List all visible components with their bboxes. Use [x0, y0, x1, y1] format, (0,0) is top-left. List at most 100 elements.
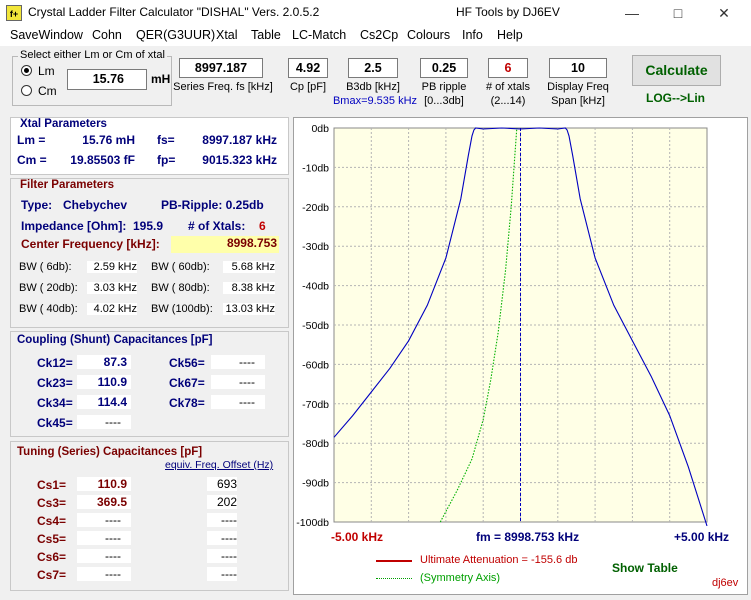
xtal-lm-label: Lm = [17, 133, 46, 147]
cm-radio-label: Cm [38, 84, 57, 98]
bw-80db-value: 8.38 kHz [223, 282, 275, 294]
xtal-count-input[interactable]: 6 [488, 58, 528, 78]
lm-cm-value-input[interactable]: 15.76 [67, 69, 147, 90]
cp-label: Cp [pF] [289, 81, 327, 93]
close-icon[interactable]: ✕ [701, 0, 747, 26]
display-span-input[interactable]: 10 [549, 58, 607, 78]
bw-100db-value: 13.03 kHz [223, 303, 275, 315]
lm-radio-label: Lm [38, 64, 55, 78]
menu-help[interactable]: Help [497, 28, 523, 42]
lm-cm-legend: Select either Lm or Cm of xtal [18, 49, 167, 61]
y-tick-label: -90db [302, 478, 329, 490]
ck45-label: Ck45= [37, 416, 73, 430]
y-tick-label: -70db [302, 399, 329, 411]
menu-cs2cp[interactable]: Cs2Cp [360, 28, 398, 42]
pb-ripple-input[interactable]: 0.25 [420, 58, 468, 78]
b3db-input[interactable]: 2.5 [348, 58, 398, 78]
cs6-label: Cs6= [37, 550, 67, 564]
menu-xtal[interactable]: Xtal [216, 28, 238, 42]
tuning-title: Tuning (Series) Capacitances [pF] [17, 446, 203, 458]
y-tick-label: 0db [311, 123, 329, 135]
filter-nxtals-value: 6 [259, 219, 266, 233]
ck56-value: ---- [211, 355, 265, 369]
cs4-offset: ---- [207, 513, 237, 527]
x-right-label: +5.00 kHz [674, 530, 730, 544]
cs6-value: ---- [77, 549, 131, 563]
lm-cm-unit: mH [151, 72, 171, 86]
tuning-panel: Tuning (Series) Capacitances [pF] equiv.… [10, 441, 289, 591]
xtal-lm-value: 15.76 mH [82, 133, 135, 147]
coupling-panel: Coupling (Shunt) Capacitances [pF] Ck12=… [10, 331, 289, 437]
xtal-parameters-panel: Xtal Parameters Lm = 15.76 mH fs= 8997.1… [10, 117, 289, 175]
bw-40db-label: BW ( 40db): [19, 303, 78, 315]
lm-radio[interactable] [21, 65, 32, 76]
ck34-value: 114.4 [77, 395, 131, 409]
y-tick-label: -50db [302, 320, 329, 332]
pb-ripple-label: PB ripple [421, 81, 467, 93]
radio-dot-icon [24, 68, 29, 73]
cp-input[interactable]: 4.92 [288, 58, 328, 78]
bw-20db-label: BW ( 20db): [19, 282, 78, 294]
bw-6db-value: 2.59 kHz [87, 261, 137, 273]
ck67-label: Ck67= [169, 376, 205, 390]
menu-table[interactable]: Table [251, 28, 281, 42]
center-frequency-label: Center Frequency [kHz]: [21, 237, 160, 251]
ck23-value: 110.9 [77, 375, 131, 389]
symmetry-legend-line [376, 578, 412, 579]
xtal-count-range: (2...14) [490, 95, 526, 107]
window-right-title: HF Tools by DJ6EV [456, 5, 560, 19]
xtal-fp-value: 9015.323 kHz [202, 153, 277, 167]
show-table-button[interactable]: Show Table [612, 561, 678, 575]
filter-impedance-value: 195.9 [133, 219, 164, 233]
filter-parameters-title: Filter Parameters [20, 179, 114, 191]
cs3-offset: 202 [207, 495, 237, 509]
freq-offset-link[interactable]: equiv. Freq. Offset (Hz) [165, 459, 273, 471]
attenuation-label: Ultimate Attenuation = -155.6 db [420, 554, 578, 566]
maximize-icon[interactable]: □ [655, 0, 701, 26]
minimize-icon[interactable]: — [609, 0, 655, 26]
menu-cohn[interactable]: Cohn [92, 28, 122, 42]
cs5-offset: ---- [207, 531, 237, 545]
bw-80db-label: BW ( 80db): [151, 282, 210, 294]
menu-info[interactable]: Info [462, 28, 483, 42]
ck12-label: Ck12= [37, 356, 73, 370]
cs7-offset: ---- [207, 567, 237, 581]
cm-radio[interactable] [21, 85, 32, 96]
cs1-label: Cs1= [37, 478, 67, 492]
symmetry-label: (Symmetry Axis) [420, 572, 501, 584]
cs6-offset: ---- [207, 549, 237, 563]
response-chart: 0db -10db -20db -30db -40db -50db -60db -70db -8… [296, 123, 708, 529]
bw-100db-label: BW (100db): [151, 303, 213, 315]
series-freq-label: Series Freq. fs [kHz] [173, 81, 273, 93]
cs1-offset: 693 [207, 477, 237, 491]
y-tick-label: -80db [302, 438, 329, 450]
bmax-label: Bmax=9.535 kHz [332, 95, 418, 107]
cs7-value: ---- [77, 567, 131, 581]
window-title: Crystal Ladder Filter Calculator "DISHAL… [28, 5, 320, 19]
menu-colours[interactable]: Colours [407, 28, 450, 42]
cs7-label: Cs7= [37, 568, 67, 582]
cs3-value: 369.5 [77, 495, 131, 509]
calculate-button[interactable]: Calculate [632, 55, 721, 86]
y-tick-label: -10db [302, 162, 329, 174]
menu-qer[interactable]: QER(G3UUR) [136, 28, 215, 42]
menu-savewindow[interactable]: SaveWindow [10, 28, 83, 42]
cs3-label: Cs3= [37, 496, 67, 510]
coupling-title: Coupling (Shunt) Capacitances [pF] [17, 334, 213, 346]
title-bar: f+ Crystal Ladder Filter Calculator "DIS… [0, 0, 751, 26]
filter-nxtals-label: # of Xtals: [188, 219, 246, 233]
series-freq-input[interactable]: 8997.187 [179, 58, 263, 78]
filter-impedance-label: Impedance [Ohm]: [21, 219, 127, 233]
display-span-label: Display Freq [547, 81, 609, 93]
cs5-value: ---- [77, 531, 131, 545]
ck78-value: ---- [211, 395, 265, 409]
center-frequency-value: 8998.753 [171, 236, 279, 253]
y-tick-label: -30db [302, 241, 329, 253]
signature: dj6ev [712, 577, 739, 589]
bw-60db-value: 5.68 kHz [223, 261, 275, 273]
menu-bar: SaveWindow Cohn QER(G3UUR) Xtal Table LC… [0, 26, 751, 46]
log-lin-toggle[interactable]: LOG-->Lin [646, 91, 705, 105]
ck45-value: ---- [77, 415, 131, 429]
y-tick-label: -40db [302, 281, 329, 293]
menu-lc-match[interactable]: LC-Match [292, 28, 346, 42]
